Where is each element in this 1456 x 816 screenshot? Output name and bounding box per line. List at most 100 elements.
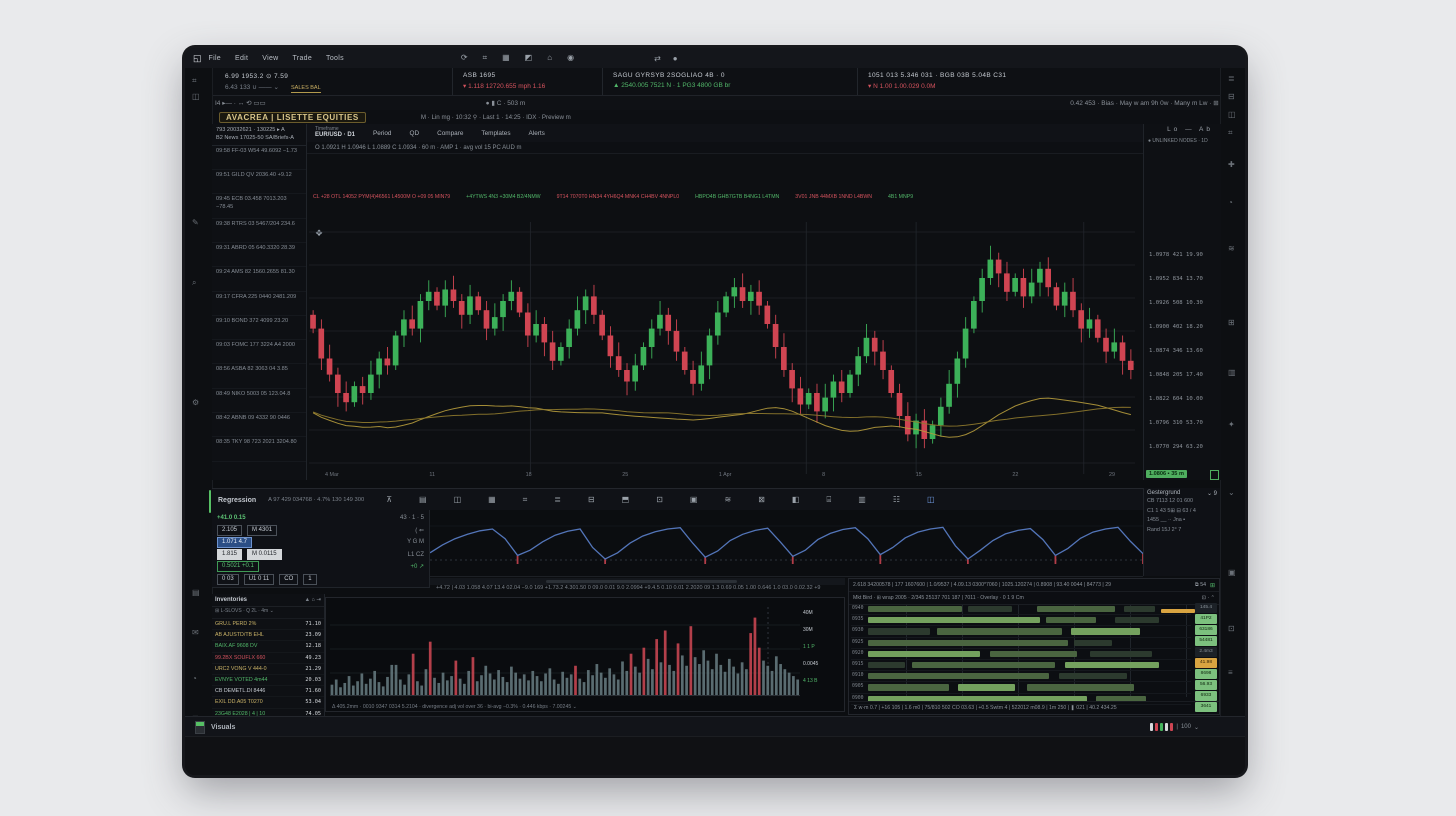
left-rail-icon[interactable]: ◫ [192, 92, 200, 101]
volume-bar-chart[interactable] [330, 603, 800, 697]
pane-toolbar-icon[interactable]: ⊟ [588, 495, 595, 505]
menu-item[interactable]: Trade [293, 55, 313, 62]
preset-button-2[interactable]: U1 0 11 [244, 574, 275, 585]
menubar-icon[interactable]: ◩ [525, 53, 533, 63]
ladder-cell[interactable]: 6933 [1195, 691, 1217, 701]
side-panel-row[interactable]: CB 7113 12 01 600 [1147, 498, 1217, 504]
depth-controls-right[interactable]: ⊡ · ⌃ [1202, 595, 1215, 601]
menu-item[interactable]: View [262, 55, 278, 62]
chart-toolbar-button[interactable]: Compare [437, 130, 463, 137]
chart-toolbar-button[interactable]: Alerts [529, 130, 545, 137]
quote-panel[interactable]: SAGU GYRSYB 2SOGLIAO 4B · 0▲ 2540.005 75… [603, 68, 858, 95]
amount-field[interactable]: M 4301 [247, 525, 277, 536]
news-item[interactable]: 08:35 TKY 98 723 2021 3204.80 [212, 437, 306, 461]
preset-button-1[interactable]: 0 03 [217, 574, 239, 585]
left-rail-icon[interactable]: ▤ [192, 588, 200, 597]
news-item[interactable]: 09:03 FOMC 177 3224 A4 2000 [212, 340, 306, 364]
right-rail-icon[interactable]: ≣ [1228, 74, 1235, 83]
pane-toolbar-icon[interactable]: ▦ [488, 495, 496, 505]
quote-panel[interactable]: 6.99 1953.2 ⊙ 7.596.43 133 ∪ —— ⌄SALES B… [215, 68, 453, 95]
pane-toolbar-icon[interactable]: ⌗ [523, 495, 528, 505]
pane-toolbar-icon[interactable]: ⬒ [622, 495, 630, 505]
candlestick-chart[interactable] [309, 222, 1135, 474]
news-item[interactable]: 09:31 ABRD 05 640.3320 28.39 [212, 243, 306, 267]
watchlist-row[interactable]: AB AJUSTD/TB EHL23.09 [212, 630, 324, 641]
left-rail-icon[interactable]: ◔ [192, 674, 197, 683]
ladder-cell[interactable]: 56.93 [1195, 680, 1217, 690]
pane-toolbar-icon[interactable]: ◧ [792, 495, 800, 505]
depth-settings-icon[interactable]: ⊞ [1210, 582, 1215, 589]
chart-toolbar-button[interactable]: Period [373, 130, 391, 137]
dom-ladder[interactable]: 145.441P263186544812.4m341.98869856.9369… [1195, 603, 1217, 713]
active-symbol-badge[interactable]: AVACREA | LISETTE EQUITIES [219, 112, 366, 123]
right-rail-icon[interactable]: ⊟ [1228, 92, 1235, 101]
horizontal-scrollbar[interactable] [430, 578, 845, 585]
news-item[interactable]: 09:24 AMS 82 1560.2655 81.30 [212, 267, 306, 291]
depth-row[interactable]: 0910 [851, 672, 1191, 682]
depth-row[interactable]: 0905 [851, 683, 1191, 693]
pane-toolbar-icon[interactable]: ≋ [724, 495, 731, 505]
news-item[interactable]: 09:51 GILD QV 2036.40 +9.12 [212, 170, 306, 194]
depth-controls-text[interactable]: Mkt Bird · ⊞ wrap 2005 · 2/345 25137 701… [853, 595, 1024, 601]
ladder-cell[interactable]: 145.4 [1195, 603, 1217, 613]
price-scale[interactable]: Lo — Ab ● UNLINKED NODES · 1D 1.0978 421… [1143, 124, 1221, 480]
ladder-cell[interactable]: 2.4m3 [1195, 647, 1217, 657]
watchlist-header-icons[interactable]: ▲ ⌂ ⇥ [305, 597, 321, 603]
watchlist-row[interactable]: EVNYE VOTED 4m4420.03 [212, 675, 324, 686]
preset-button-4[interactable]: 1 [303, 574, 316, 585]
depth-row[interactable]: 0915 [851, 661, 1191, 671]
chart-tab[interactable]: Timeframe EUR/USD · D1 [315, 127, 355, 140]
pane-toolbar-icon[interactable]: ◫ [927, 495, 935, 505]
quote-panel[interactable]: ASB 1695▾ 1.118 12720.655 mph 1.16 [453, 68, 603, 95]
watchlist-row[interactable]: EXIL DD.A05 T027053.04 [212, 697, 324, 708]
news-item[interactable]: 09:17 CFRA 225 0440 2481.209 [212, 292, 306, 316]
watchlist-row[interactable]: GRU.L PERD 2%71.10 [212, 619, 324, 630]
last-price-box-icon[interactable] [1210, 470, 1219, 480]
toolbar-left-controls[interactable]: I4 ▸— · ↔ ⟲ ▭▭ [215, 99, 266, 107]
volume-panel[interactable]: 40M30M1 1 P0.00454 13 B Δ 405.2mm · 0010… [325, 597, 845, 712]
side-panel-row[interactable]: C1 1 43 5⊞ ⊟ 63 / 4 [1147, 508, 1217, 514]
depth-row[interactable]: 0930 [851, 627, 1191, 637]
menubar-icon[interactable]: ⌗ [483, 53, 488, 63]
ladder-cell[interactable]: 41P2 [1195, 614, 1217, 624]
pane-toolbar-icon[interactable]: ☷ [893, 495, 900, 505]
pane-toolbar-icon[interactable]: ⊠ [758, 495, 765, 505]
side-panel-row[interactable]: 1455 __ ·· Jna ▪ [1147, 517, 1217, 523]
news-item[interactable]: 08:56 ASBA 82 3063 04 3.85 [212, 364, 306, 388]
depth-heatmap[interactable]: 094009350930092509200915091009050900 [851, 605, 1191, 697]
watchlist-filter[interactable]: ⊞ L-SLOVS · Q 2L · 4m ⌄ [212, 607, 324, 619]
pane-toolbar-icon[interactable]: ▤ [419, 495, 427, 505]
pane-toolbar-icon[interactable]: ⊼ [386, 495, 392, 505]
menubar-icon[interactable]: ▦ [502, 53, 510, 63]
right-rail-icon[interactable]: ▣ [1228, 568, 1236, 577]
ladder-cell[interactable]: 63186 [1195, 625, 1217, 635]
selected-order-type-button[interactable]: 1.071 4.7 [217, 537, 252, 548]
right-rail-icon[interactable]: ◔ [1228, 198, 1233, 207]
side-panel-row[interactable]: Rand 15J 2° 7 [1147, 527, 1217, 533]
menubar-icon[interactable]: ⌂ [547, 53, 552, 63]
toolbar-right-controls[interactable]: 0.42 453 · Bias · May w am 9h 0w · Many … [1070, 99, 1235, 107]
news-item[interactable]: 09:45 ECB 03.458 7013.203 −78.45 [212, 194, 306, 218]
pane-toolbar-icon[interactable]: ⊡ [656, 495, 663, 505]
watchlist-row[interactable]: 99.2BX SOUFLX 66049.23 [212, 653, 324, 664]
ladder-cell[interactable]: 54481 [1195, 636, 1217, 646]
depth-row[interactable]: 0920 [851, 650, 1191, 660]
left-rail-icon[interactable]: ✉ [192, 628, 199, 637]
price-field[interactable]: 2.105 [217, 525, 242, 536]
right-rail-icon[interactable]: ◫ [1228, 110, 1236, 119]
right-rail-icon[interactable]: ✚ [1228, 160, 1235, 169]
right-rail-icon[interactable]: ⊡ [1228, 624, 1235, 633]
side-panel-collapse-icon[interactable]: ⌄ 9 [1207, 490, 1217, 497]
left-rail-icon[interactable]: ✎ [192, 218, 199, 227]
news-item[interactable]: 08:49 NIKO 5003 05 123.04.8 [212, 389, 306, 413]
depth-header-right[interactable]: ⧉ 54 [1195, 582, 1206, 589]
watchlist-row[interactable]: BAIX.AF 9608 DV12.18 [212, 641, 324, 652]
left-rail-icon[interactable]: ⚙ [192, 398, 199, 407]
ladder-cell[interactable]: 8698 [1195, 669, 1217, 679]
depth-row[interactable]: 0935 [851, 616, 1191, 626]
depth-row[interactable]: 0925 [851, 639, 1191, 649]
quote-panel[interactable]: 1051 013 5.346 031 · BGB 03B 5.04B C31▾ … [858, 68, 1245, 95]
watchlist-row[interactable]: 23G48 E2028 | 4 | 1074.05 [212, 709, 324, 717]
right-rail-icon[interactable]: ✦ [1228, 420, 1235, 429]
pane-toolbar-icon[interactable]: ≣ [554, 495, 561, 505]
